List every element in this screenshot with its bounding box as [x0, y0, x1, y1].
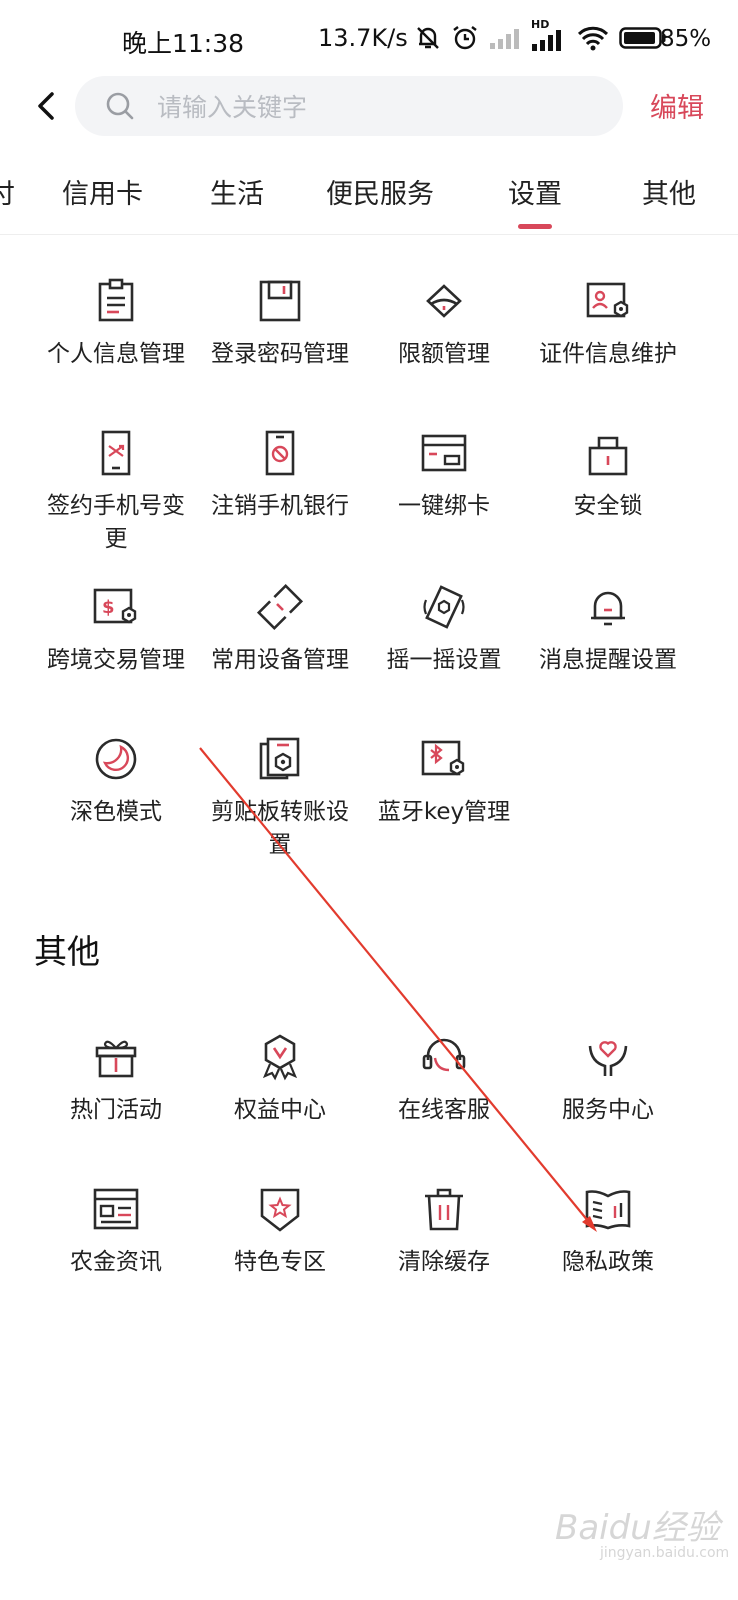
- clipboard-gear-icon: [259, 737, 300, 780]
- alarm-icon: [453, 26, 477, 50]
- settings-item-login-password[interactable]: 登录密码管理: [195, 276, 365, 371]
- limit-icon: [426, 284, 462, 318]
- book-icon: [585, 1190, 631, 1230]
- other-item-label: 农金资讯: [70, 1249, 162, 1275]
- section-title-other: 其他: [34, 932, 100, 971]
- settings-item-label: 跨境交易管理: [47, 647, 185, 673]
- bluetooth-gear-icon: [421, 740, 465, 776]
- status-net-speed: 13.7K/s: [318, 24, 408, 52]
- medal-icon: [262, 1034, 298, 1081]
- settings-item-label: 登录密码管理: [211, 341, 349, 367]
- settings-item-label: 个人信息管理: [47, 341, 185, 367]
- other-item-special-zone[interactable]: 特色专区: [195, 1184, 365, 1279]
- search-input[interactable]: [155, 84, 599, 130]
- tab-partial[interactable]: 付: [0, 172, 15, 211]
- bind-card-icon: [421, 434, 467, 472]
- settings-item-security-lock[interactable]: 安全锁: [523, 428, 693, 523]
- settings-item-label: 注销手机银行: [211, 493, 349, 519]
- settings-item-notifications[interactable]: 消息提醒设置: [523, 582, 693, 677]
- other-item-online-service[interactable]: 在线客服: [359, 1032, 529, 1127]
- signal-icon: [532, 30, 561, 51]
- settings-item-cross-border[interactable]: $ 跨境交易管理: [31, 582, 201, 677]
- settings-item-id-info[interactable]: 证件信息维护: [523, 276, 693, 371]
- settings-item-bind-card[interactable]: 一键绑卡: [359, 428, 529, 523]
- other-item-benefits[interactable]: 权益中心: [195, 1032, 365, 1127]
- settings-item-label: 证件信息维护: [539, 341, 677, 367]
- search-header: 编辑: [0, 76, 738, 136]
- other-item-label: 热门活动: [70, 1097, 162, 1123]
- device-icon: [256, 583, 304, 631]
- heart-hand-icon: [588, 1041, 628, 1076]
- edit-button[interactable]: 编辑: [650, 86, 704, 125]
- tab-credit-card[interactable]: 信用卡: [62, 172, 143, 211]
- settings-item-label: 限额管理: [398, 341, 490, 367]
- star-shield-icon: [260, 1188, 300, 1232]
- tab-life[interactable]: 生活: [210, 172, 264, 211]
- category-tabs: 付 信用卡 生活 便民服务 设置 其他: [0, 162, 738, 235]
- status-bar: 晚上11:38 13.7K/s HD 85%: [0, 0, 738, 84]
- floppy-icon: [259, 280, 301, 322]
- settings-item-label: 深色模式: [70, 799, 162, 825]
- settings-item-label: 摇一摇设置: [386, 647, 502, 673]
- settings-item-shake[interactable]: 摇一摇设置: [359, 582, 529, 677]
- shake-icon: [423, 585, 465, 629]
- mute-icon: [417, 27, 439, 49]
- status-time: 晚上11:38: [122, 29, 245, 58]
- other-item-hot-activities[interactable]: 热门活动: [31, 1032, 201, 1127]
- search-box[interactable]: [75, 76, 623, 136]
- other-item-label: 特色专区: [234, 1249, 326, 1275]
- dollar-gear-icon: $: [93, 588, 137, 624]
- settings-item-label: 蓝牙key管理: [377, 799, 511, 825]
- tab-settings[interactable]: 设置: [508, 172, 562, 211]
- search-icon: [106, 92, 134, 120]
- trash-icon: [425, 1188, 463, 1231]
- lock-icon: [588, 436, 628, 476]
- active-tab-indicator: [518, 224, 552, 229]
- tab-other[interactable]: 其他: [642, 172, 696, 211]
- moon-icon: [95, 738, 137, 780]
- settings-item-personal-info[interactable]: 个人信息管理: [31, 276, 201, 371]
- news-icon: [93, 1188, 139, 1230]
- settings-item-label: 一键绑卡: [398, 493, 490, 519]
- settings-item-label: 签约手机号变更: [47, 493, 185, 552]
- settings-item-phone-change[interactable]: 签约手机号变更: [31, 428, 201, 556]
- settings-item-label: 安全锁: [573, 493, 643, 519]
- other-item-news[interactable]: 农金资讯: [31, 1184, 201, 1279]
- gift-icon: [95, 1040, 137, 1078]
- settings-item-limit[interactable]: 限额管理: [359, 276, 529, 371]
- other-item-privacy-policy[interactable]: 隐私政策: [523, 1184, 693, 1279]
- baidu-watermark-url: jingyan.baidu.com: [600, 1545, 730, 1561]
- signal-weak-icon: [490, 29, 519, 49]
- settings-item-devices[interactable]: 常用设备管理: [195, 582, 365, 677]
- profile-doc-icon: [98, 278, 134, 322]
- baidu-watermark: Baidu经验: [555, 1508, 720, 1548]
- settings-item-cancel-mobile-bank[interactable]: 注销手机银行: [195, 428, 365, 523]
- id-card-gear-icon: [586, 282, 629, 318]
- tab-convenience[interactable]: 便民服务: [326, 172, 434, 211]
- svg-text:$: $: [102, 597, 115, 618]
- other-item-label: 隐私政策: [562, 1249, 654, 1275]
- settings-item-dark-mode[interactable]: 深色模式: [31, 734, 201, 829]
- other-item-clear-cache[interactable]: 清除缓存: [359, 1184, 529, 1279]
- other-item-label: 服务中心: [562, 1097, 654, 1123]
- other-item-label: 权益中心: [234, 1097, 326, 1123]
- headset-icon: [422, 1038, 466, 1072]
- back-arrow-icon[interactable]: [28, 86, 68, 126]
- settings-item-label: 常用设备管理: [211, 647, 349, 673]
- settings-item-label: 消息提醒设置: [539, 647, 677, 673]
- other-item-label: 清除缓存: [398, 1249, 490, 1275]
- wifi-icon: [577, 26, 609, 51]
- phone-cancel-icon: [265, 430, 295, 476]
- status-battery-percent: 85%: [660, 26, 712, 52]
- settings-item-bluetooth-key[interactable]: 蓝牙key管理: [359, 734, 529, 829]
- other-item-service-center[interactable]: 服务中心: [523, 1032, 693, 1127]
- phone-swap-icon: [101, 430, 131, 476]
- settings-item-label: 剪贴板转账设置: [211, 799, 349, 858]
- other-item-label: 在线客服: [398, 1097, 490, 1123]
- bell-icon: [591, 591, 625, 626]
- settings-item-clipboard-transfer[interactable]: 剪贴板转账设置: [195, 734, 365, 862]
